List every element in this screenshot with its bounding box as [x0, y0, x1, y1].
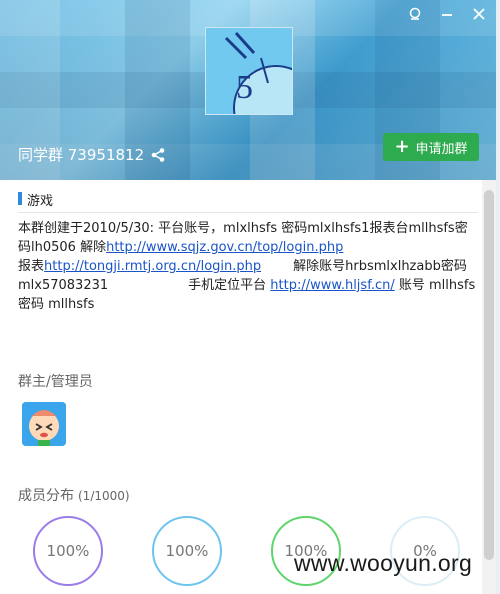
group-info-panel: 游戏 本群创建于2010/5/30: 平台账号，mlxlhsfs 密码mlxlh… [0, 180, 482, 594]
minimize-icon[interactable] [438, 6, 456, 24]
group-avatar[interactable]: 5 [205, 27, 293, 115]
group-name: 同学群 73951812 [18, 146, 145, 164]
link-sqjz[interactable]: http://www.sqjz.gov.cn/top/login.php [106, 240, 343, 255]
admin-avatar[interactable] [22, 402, 66, 446]
member-ring-1-label: 100% [46, 542, 90, 560]
scrollbar-thumb[interactable] [484, 190, 494, 560]
section-marker [18, 192, 22, 205]
window-edge [496, 0, 500, 594]
member-ring-2: 100% [152, 516, 222, 586]
join-group-button[interactable]: + 申请加群 [383, 133, 479, 161]
plus-icon: + [394, 136, 410, 157]
section-title: 游戏 [27, 194, 54, 209]
join-group-label: 申请加群 [415, 141, 468, 157]
member-ring-1: 100% [33, 516, 103, 586]
member-ring-2-label: 100% [165, 542, 209, 560]
desc-line3-prefix: mlx57083231 [18, 278, 109, 293]
group-description: 本群创建于2010/5/30: 平台账号，mlxlhsfs 密码mlxlhsfs… [18, 219, 480, 314]
share-icon[interactable] [150, 147, 166, 163]
desc-line2-prefix: 报表 [18, 259, 45, 274]
group-title: 同学群 73951812 [18, 144, 166, 165]
members-title-label: 成员分布 [18, 488, 74, 504]
link-tongji[interactable]: http://tongji.rmtj.org.cn/login.php [44, 259, 261, 274]
avatar-clock-digit: 5 [236, 69, 253, 106]
window-controls [406, 6, 488, 24]
watermark: www.wooyun.org [294, 550, 473, 576]
desc-line3-mid: 手机定位平台 [188, 278, 267, 293]
pin-icon[interactable] [406, 6, 424, 24]
members-count: (1/1000) [78, 489, 130, 503]
admins-title: 群主/管理员 [18, 374, 93, 390]
close-icon[interactable] [470, 6, 488, 24]
divider [18, 212, 478, 213]
members-title: 成员分布 (1/1000) [18, 485, 130, 505]
group-header: 5 同学群 73951812 + 申请加群 [0, 0, 500, 180]
desc-line2-suffix: 解除账号hrbsmlxlhzabb密码 [293, 259, 467, 274]
link-hljsf[interactable]: http://www.hljsf.cn/ [270, 278, 394, 293]
